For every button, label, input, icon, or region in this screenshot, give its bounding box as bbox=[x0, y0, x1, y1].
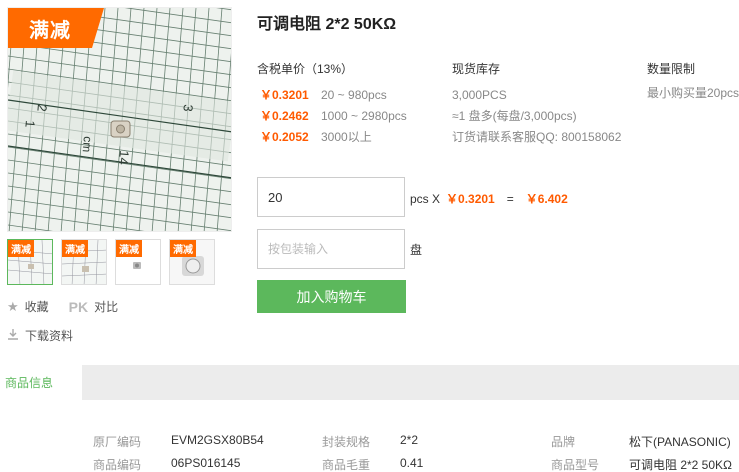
product-title: 可调电阻 2*2 50KΩ bbox=[257, 16, 397, 33]
thumbnail-4[interactable]: 满减 bbox=[169, 239, 215, 285]
price-tier: ￥0.2052 3000以上 bbox=[260, 126, 407, 147]
favorite-link[interactable]: 收藏 bbox=[25, 298, 49, 315]
product-main-image: 2 1 3 14 cm 满减 bbox=[7, 7, 232, 232]
pack-input[interactable] bbox=[257, 229, 405, 269]
min-purchase: 最小购买量20pcs bbox=[647, 86, 739, 100]
calc-total: ￥6.402 bbox=[525, 192, 568, 206]
unit-label: pcs X bbox=[410, 191, 441, 206]
tab-product-info[interactable]: 商品信息 bbox=[0, 365, 82, 400]
tier-quantity: 3000以上 bbox=[321, 130, 372, 144]
info-item: 商品毛重 0.41 bbox=[322, 456, 423, 472]
compare-link[interactable]: 对比 bbox=[94, 298, 118, 315]
info-value: 2*2 bbox=[400, 433, 419, 447]
stock-contact: 订货请联系客服QQ: 800158062 bbox=[452, 130, 622, 144]
info-label: 商品编码 bbox=[93, 458, 142, 472]
limit-header: 数量限制 bbox=[647, 62, 696, 76]
equals-sign: = bbox=[506, 191, 514, 206]
pk-icon: PK bbox=[68, 298, 89, 315]
thumbnail-badge: 满减 bbox=[62, 240, 88, 257]
star-icon: ★ bbox=[7, 298, 19, 314]
ruler-label-2: 2 bbox=[34, 104, 50, 113]
thumbnail-1[interactable]: 满减 bbox=[7, 239, 53, 285]
thumbnail-strip: 满减 满减 满减 满减 bbox=[7, 239, 215, 285]
ruler-label-13: 3 bbox=[180, 104, 196, 113]
promo-badge: 满减 bbox=[8, 8, 104, 48]
ruler-label-cm: cm bbox=[80, 136, 95, 153]
stock-quantity: 3,000PCS bbox=[452, 87, 507, 102]
info-item: 商品型号 可调电阻 2*2 50KΩ bbox=[551, 456, 732, 472]
tier-price: ￥0.3201 bbox=[260, 88, 309, 102]
download-row[interactable]: 下载资料 bbox=[7, 327, 73, 344]
add-to-cart-button[interactable]: 加入购物车 bbox=[257, 280, 406, 313]
info-label: 商品型号 bbox=[551, 458, 600, 472]
price-tier-list: ￥0.3201 20 ~ 980pcs ￥0.2462 1000 ~ 2980p… bbox=[260, 84, 407, 147]
info-item: 封装规格 2*2 bbox=[322, 433, 418, 450]
info-label: 商品毛重 bbox=[322, 458, 371, 472]
info-item: 品牌 松下(PANASONIC) bbox=[551, 433, 731, 450]
info-label: 封装规格 bbox=[322, 435, 371, 449]
download-datasheet-link[interactable]: 下载资料 bbox=[25, 327, 73, 344]
stock-info: 3,000PCS ≈1 盘多(每盘/3,000pcs) 订货请联系客服QQ: 8… bbox=[452, 84, 621, 147]
pricing-header: 含税单价（13%） bbox=[257, 62, 354, 76]
ruler-label-14: 14 bbox=[116, 150, 132, 166]
tier-price: ￥0.2052 bbox=[260, 130, 309, 144]
tier-price: ￥0.2462 bbox=[260, 109, 309, 123]
thumbnail-3[interactable]: 满减 bbox=[115, 239, 161, 285]
info-value: 可调电阻 2*2 50KΩ bbox=[629, 458, 733, 472]
pack-unit-label: 盘 bbox=[410, 243, 423, 257]
info-item: 商品编码 06PS016145 bbox=[93, 456, 240, 472]
detail-tab-bar bbox=[0, 365, 739, 400]
info-value: 0.41 bbox=[400, 456, 424, 470]
stock-reels: ≈1 盘多(每盘/3,000pcs) bbox=[452, 109, 577, 123]
price-tier: ￥0.2462 1000 ~ 2980pcs bbox=[260, 105, 407, 126]
ruler-label-1: 1 bbox=[22, 120, 38, 129]
info-label: 原厂编码 bbox=[93, 435, 142, 449]
calc-unit-price: ￥0.3201 bbox=[446, 192, 495, 206]
thumbnail-badge: 满减 bbox=[116, 240, 142, 257]
quantity-input[interactable] bbox=[257, 177, 405, 217]
info-label: 品牌 bbox=[551, 435, 576, 449]
info-value: EVM2GSX80B54 bbox=[171, 433, 264, 447]
info-item: 原厂编码 EVM2GSX80B54 bbox=[93, 433, 264, 450]
thumbnail-badge: 满减 bbox=[8, 240, 34, 257]
info-value: 松下(PANASONIC) bbox=[629, 435, 731, 449]
price-tier: ￥0.3201 20 ~ 980pcs bbox=[260, 84, 407, 105]
favorite-compare-row: ★ 收藏 PK 对比 bbox=[7, 298, 118, 315]
stock-header: 现货库存 bbox=[452, 62, 501, 76]
download-icon bbox=[7, 328, 19, 343]
price-calc: pcs X ￥0.3201 = ￥6.402 bbox=[410, 190, 568, 207]
tier-quantity: 1000 ~ 2980pcs bbox=[321, 108, 407, 123]
info-value: 06PS016145 bbox=[171, 456, 241, 470]
thumbnail-2[interactable]: 满减 bbox=[61, 239, 107, 285]
thumbnail-badge: 满减 bbox=[170, 240, 196, 257]
tier-quantity: 20 ~ 980pcs bbox=[321, 87, 387, 102]
